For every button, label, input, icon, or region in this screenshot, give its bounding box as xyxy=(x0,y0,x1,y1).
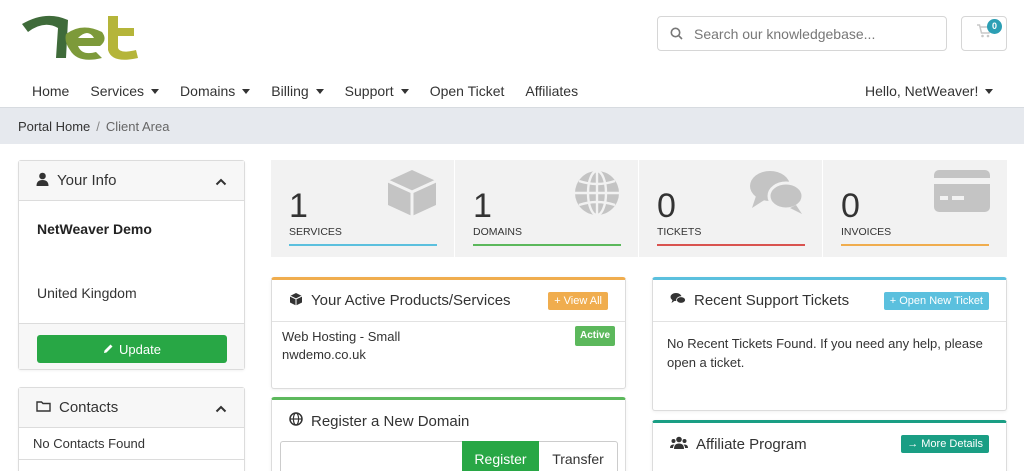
comments-icon xyxy=(748,168,806,221)
view-all-button[interactable]: + View All xyxy=(548,291,608,310)
client-country: United Kingdom xyxy=(37,285,137,301)
your-info-header[interactable]: Your Info xyxy=(19,161,244,201)
nav-item-label: Services xyxy=(90,83,145,99)
nav-item-label: Open Ticket xyxy=(429,83,505,99)
nav-item-affiliates[interactable]: Affiliates xyxy=(515,83,589,99)
stat-underline xyxy=(473,244,621,246)
stat-label: SERVICES xyxy=(289,226,342,238)
domain-search-row: Register Transfer xyxy=(280,441,618,471)
caret-down-icon xyxy=(315,88,324,94)
nav-item-domains[interactable]: Domains xyxy=(170,83,261,99)
tickets-header: Recent Support Tickets + Open New Ticket xyxy=(653,280,1006,322)
stat-underline xyxy=(289,244,437,246)
caret-down-icon xyxy=(985,88,994,94)
product-domain: nwdemo.co.uk xyxy=(282,347,366,362)
brand-logo[interactable] xyxy=(16,6,146,62)
stat-count: 1 xyxy=(289,187,308,225)
stat-tile-invoices[interactable]: 0 INVOICES xyxy=(823,160,1007,257)
active-products-panel: Your Active Products/Services + View All… xyxy=(271,277,626,389)
affiliate-program-panel: Affiliate Program → More Details xyxy=(652,420,1007,471)
stat-label: INVOICES xyxy=(841,226,892,238)
user-menu[interactable]: Hello, NetWeaver! xyxy=(865,76,994,106)
cart-count-badge: 0 xyxy=(987,19,1002,34)
your-info-panel: Your Info NetWeaver Demo United Kingdom … xyxy=(18,160,245,370)
update-label: Update xyxy=(119,341,161,357)
cube-icon xyxy=(386,168,438,223)
contacts-title: Contacts xyxy=(59,399,119,416)
stat-tile-domains[interactable]: 1 DOMAINS xyxy=(455,160,639,257)
stat-label: DOMAINS xyxy=(473,226,523,238)
nav-item-billing[interactable]: Billing xyxy=(261,83,334,99)
transfer-button[interactable]: Transfer xyxy=(539,441,618,471)
status-badge: Active xyxy=(574,326,615,346)
nav-item-label: Home xyxy=(32,83,70,99)
knowledgebase-search[interactable] xyxy=(657,16,947,51)
recent-tickets-panel: Recent Support Tickets + Open New Ticket… xyxy=(652,277,1007,411)
register-domain-title: Register a New Domain xyxy=(311,412,470,430)
register-button[interactable]: Register xyxy=(462,441,539,471)
contacts-panel: Contacts No Contacts Found xyxy=(18,387,245,471)
no-contacts-text: No Contacts Found xyxy=(19,428,244,460)
tickets-title: Recent Support Tickets xyxy=(694,292,850,309)
search-input[interactable] xyxy=(694,25,934,42)
stat-tile-services[interactable]: 1 SERVICES xyxy=(271,160,455,257)
affiliate-title: Affiliate Program xyxy=(696,435,807,453)
nav-item-support[interactable]: Support xyxy=(334,83,419,99)
breadcrumb-current: Client Area xyxy=(105,118,170,134)
nav-item-services[interactable]: Services xyxy=(80,83,170,99)
globe-icon xyxy=(572,168,622,223)
client-name: NetWeaver Demo xyxy=(37,221,152,237)
cube-icon xyxy=(289,292,303,310)
open-new-ticket-button[interactable]: + Open New Ticket xyxy=(883,291,989,310)
products-header: Your Active Products/Services + View All xyxy=(272,280,625,322)
breadcrumb: Portal Home / Client Area xyxy=(0,107,1024,144)
stat-label: TICKETS xyxy=(657,226,702,238)
stat-count: 0 xyxy=(841,187,860,225)
affiliate-header: Affiliate Program → More Details xyxy=(653,423,1006,465)
update-button[interactable]: Update xyxy=(37,335,227,363)
pencil-icon xyxy=(103,342,114,357)
search-icon xyxy=(658,27,694,40)
globe-icon xyxy=(289,412,303,430)
credit-card-icon xyxy=(933,168,991,219)
user-icon xyxy=(36,172,49,190)
register-domain-panel: Register a New Domain Register Transfer xyxy=(271,397,626,471)
nav-item-label: Domains xyxy=(180,83,236,99)
product-row[interactable]: Web Hosting - Small nwdemo.co.uk Active xyxy=(272,322,625,370)
stats-tiles: 1 SERVICES 1 DOMAINS 0 TICKETS 0 INVOICES xyxy=(271,160,1007,257)
stat-underline xyxy=(657,244,805,246)
your-info-footer: Update xyxy=(19,323,244,369)
chevron-up-icon[interactable] xyxy=(215,175,227,187)
user-greeting: Hello, NetWeaver! xyxy=(865,83,979,99)
register-domain-header: Register a New Domain xyxy=(272,400,625,442)
your-info-title: Your Info xyxy=(57,172,117,189)
products-title: Your Active Products/Services xyxy=(311,292,511,309)
breadcrumb-separator: / xyxy=(96,118,100,134)
stat-count: 0 xyxy=(657,187,676,225)
users-icon xyxy=(670,436,688,453)
stat-underline xyxy=(841,244,989,246)
more-details-button[interactable]: → More Details xyxy=(901,435,989,453)
product-name: Web Hosting - Small xyxy=(282,329,401,344)
no-tickets-text: No Recent Tickets Found. If you need any… xyxy=(667,336,983,370)
caret-down-icon xyxy=(242,88,251,94)
chevron-up-icon[interactable] xyxy=(215,402,227,414)
comments-icon xyxy=(670,292,686,309)
domain-input[interactable] xyxy=(280,441,462,471)
contacts-header[interactable]: Contacts xyxy=(19,388,244,428)
caret-down-icon xyxy=(400,88,409,94)
nav-item-label: Affiliates xyxy=(525,83,579,99)
nav-item-label: Billing xyxy=(271,83,309,99)
nav-item-open-ticket[interactable]: Open Ticket xyxy=(419,83,515,99)
folder-icon xyxy=(36,399,51,416)
nav-item-home[interactable]: Home xyxy=(0,83,80,99)
caret-down-icon xyxy=(151,88,160,94)
stat-tile-tickets[interactable]: 0 TICKETS xyxy=(639,160,823,257)
breadcrumb-portal-home[interactable]: Portal Home xyxy=(18,119,90,134)
nav-item-label: Support xyxy=(344,83,394,99)
stat-count: 1 xyxy=(473,187,492,225)
